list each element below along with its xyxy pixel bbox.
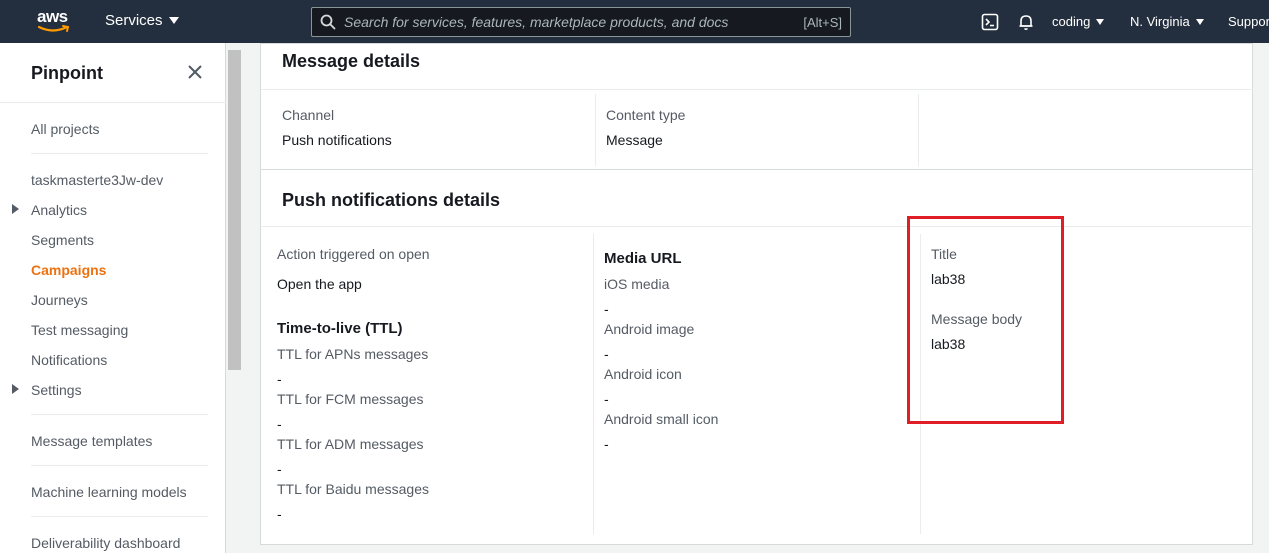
sidebar-scrollbar-thumb[interactable] bbox=[228, 50, 241, 370]
android-icon-label: Android icon bbox=[604, 366, 682, 382]
panel-divider bbox=[261, 89, 1254, 90]
column-divider bbox=[593, 234, 594, 534]
column-divider bbox=[595, 94, 596, 166]
content-type-label: Content type bbox=[606, 107, 686, 123]
panel-divider bbox=[261, 226, 1254, 227]
ios-media-value: - bbox=[604, 301, 609, 317]
services-label: Services bbox=[105, 12, 163, 29]
ttl-fcm-label: TTL for FCM messages bbox=[277, 391, 424, 407]
sidebar-divider bbox=[31, 516, 208, 517]
sidebar-item-segments[interactable]: Segments bbox=[31, 232, 94, 248]
sidebar-item-notifications[interactable]: Notifications bbox=[31, 352, 107, 368]
sidebar-item-ml-models[interactable]: Machine learning models bbox=[31, 484, 187, 500]
sidebar-item-message-templates[interactable]: Message templates bbox=[31, 433, 152, 449]
account-label: coding bbox=[1052, 14, 1091, 29]
push-details-heading: Push notifications details bbox=[282, 190, 501, 210]
aws-smile-icon bbox=[37, 25, 70, 32]
ttl-fcm-value: - bbox=[277, 416, 282, 432]
region-menu-button[interactable]: N. Virginia bbox=[1130, 14, 1204, 29]
sidebar-item-analytics[interactable]: Analytics bbox=[31, 202, 87, 218]
chevron-down-icon bbox=[168, 17, 179, 24]
sidebar-title: Pinpoint bbox=[31, 63, 103, 83]
cloudshell-icon bbox=[981, 13, 999, 30]
search-input[interactable] bbox=[344, 14, 804, 30]
top-navigation-bar: aws Services [Alt+S] coding bbox=[0, 0, 1269, 43]
ttl-adm-value: - bbox=[277, 461, 282, 477]
support-label: Support bbox=[1228, 14, 1269, 29]
close-icon[interactable] bbox=[186, 63, 204, 81]
push-notifications-details-panel: Push notifications details Action trigge… bbox=[260, 170, 1254, 545]
sidebar-item-test-messaging[interactable]: Test messaging bbox=[31, 322, 128, 338]
expand-caret-icon[interactable] bbox=[12, 384, 19, 394]
ttl-baidu-label: TTL for Baidu messages bbox=[277, 481, 429, 497]
android-image-value: - bbox=[604, 346, 609, 362]
search-shortcut-hint: [Alt+S] bbox=[803, 14, 842, 30]
ttl-apns-value: - bbox=[277, 371, 282, 387]
search-box[interactable]: [Alt+S] bbox=[311, 7, 851, 37]
search-icon bbox=[320, 14, 336, 30]
cloudshell-button[interactable] bbox=[981, 0, 999, 43]
sidebar-item-settings[interactable]: Settings bbox=[31, 382, 82, 398]
sidebar-item-campaigns[interactable]: Campaigns bbox=[31, 262, 106, 278]
bell-icon bbox=[1019, 14, 1033, 30]
ttl-heading: Time-to-live (TTL) bbox=[277, 320, 403, 337]
highlight-box bbox=[907, 216, 1064, 424]
channel-value: Push notifications bbox=[282, 132, 392, 148]
message-details-panel: Message details Channel Push notificatio… bbox=[260, 43, 1254, 170]
sidebar-item-deliverability[interactable]: Deliverability dashboard bbox=[31, 535, 180, 551]
android-small-icon-value: - bbox=[604, 436, 609, 452]
message-details-heading: Message details bbox=[282, 51, 421, 71]
expand-caret-icon[interactable] bbox=[12, 204, 19, 214]
content-type-value: Message bbox=[606, 132, 663, 148]
region-label: N. Virginia bbox=[1130, 14, 1190, 29]
sidebar-divider bbox=[31, 153, 208, 154]
sidebar-item-all-projects[interactable]: All projects bbox=[31, 121, 99, 137]
channel-label: Channel bbox=[282, 107, 335, 123]
media-url-heading: Media URL bbox=[604, 250, 682, 267]
action-triggered-value: Open the app bbox=[277, 276, 362, 292]
ios-media-label: iOS media bbox=[604, 276, 670, 292]
ttl-baidu-value: - bbox=[277, 506, 282, 522]
support-menu-button[interactable]: Support bbox=[1228, 14, 1269, 29]
action-triggered-label: Action triggered on open bbox=[277, 246, 430, 262]
android-image-label: Android image bbox=[604, 321, 695, 337]
sidebar: Pinpoint All projects taskmasterte3Jw-de… bbox=[0, 43, 226, 553]
chevron-down-icon bbox=[1195, 18, 1204, 25]
aws-logo-text: aws bbox=[37, 7, 68, 26]
sidebar-item-journeys[interactable]: Journeys bbox=[31, 292, 88, 308]
android-small-icon-label: Android small icon bbox=[604, 411, 719, 427]
ttl-apns-label: TTL for APNs messages bbox=[277, 346, 429, 362]
chevron-down-icon bbox=[1096, 18, 1105, 25]
sidebar-divider bbox=[31, 465, 208, 466]
sidebar-divider bbox=[31, 414, 208, 415]
services-menu-button[interactable]: Services bbox=[105, 12, 179, 29]
android-icon-value: - bbox=[604, 391, 609, 407]
aws-logo[interactable]: aws bbox=[37, 8, 73, 36]
notifications-button[interactable] bbox=[1017, 0, 1035, 43]
sidebar-project-name[interactable]: taskmasterte3Jw-dev bbox=[31, 172, 163, 188]
ttl-adm-label: TTL for ADM messages bbox=[277, 436, 424, 452]
sidebar-header: Pinpoint bbox=[0, 43, 226, 103]
account-menu-button[interactable]: coding bbox=[1052, 14, 1105, 29]
column-divider bbox=[918, 94, 919, 166]
